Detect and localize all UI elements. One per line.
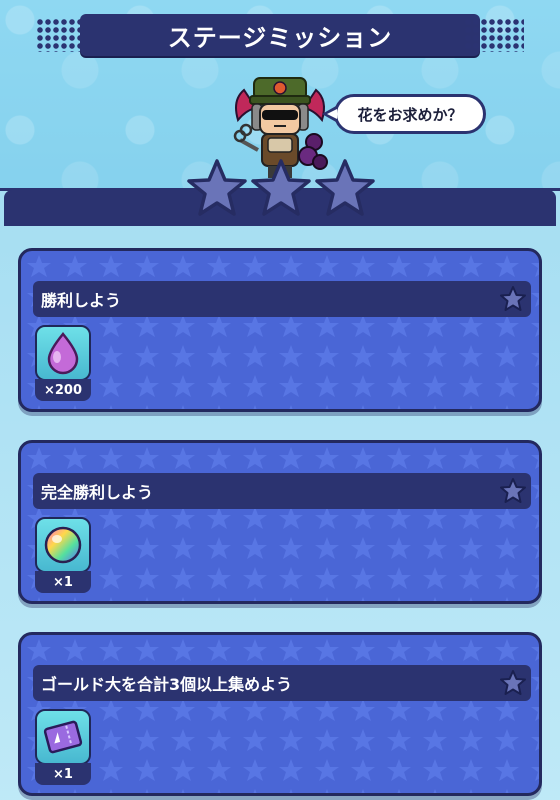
speech-bubble: 花をお求めか？ — [334, 94, 486, 134]
mission-label: 完全勝利しよう — [41, 483, 154, 502]
mission-star-icon — [500, 670, 526, 695]
header: ステージミッション — [0, 14, 560, 56]
stage-star-2-icon — [251, 159, 311, 216]
mission-label: ゴールド大を合計3個以上集めよう — [41, 675, 293, 694]
stage-star-rating — [186, 158, 376, 228]
star-pattern — [21, 251, 539, 409]
mission-card-1: 勝利しよう ×200 — [18, 248, 542, 412]
purple-ticket-icon — [43, 720, 83, 754]
reward-count: ×200 — [35, 379, 91, 401]
rainbow-orb-icon — [44, 526, 82, 564]
stage-star-1-icon — [187, 159, 247, 216]
speech-bubble-tail-inner — [327, 109, 337, 119]
reward-item[interactable]: ×200 — [35, 325, 91, 401]
mission-title-bar: 勝利しよう — [33, 281, 531, 317]
reward-count: ×1 — [35, 763, 91, 785]
header-dots-right — [464, 18, 524, 52]
mission-title-bar: 完全勝利しよう — [33, 473, 531, 509]
purple-drop-icon — [47, 332, 79, 375]
reward-item[interactable]: ×1 — [35, 517, 91, 593]
mission-title-bar: ゴールド大を合計3個以上集めよう — [33, 665, 531, 701]
mission-label: 勝利しよう — [41, 291, 122, 310]
mission-card-2: 完全勝利しよう ×1 — [18, 440, 542, 604]
reward-box — [35, 325, 91, 381]
page-title: ステージミッション — [80, 14, 480, 56]
star-pattern — [21, 635, 539, 793]
reward-box — [35, 517, 91, 573]
stage-star-3-icon — [315, 159, 375, 216]
mission-card-3: ゴールド大を合計3個以上集めよう ×1 — [18, 632, 542, 796]
star-pattern — [21, 443, 539, 601]
reward-item[interactable]: ×1 — [35, 709, 91, 785]
mission-star-icon — [500, 478, 526, 503]
reward-box — [35, 709, 91, 765]
reward-count: ×1 — [35, 571, 91, 593]
mission-star-icon — [500, 286, 526, 311]
